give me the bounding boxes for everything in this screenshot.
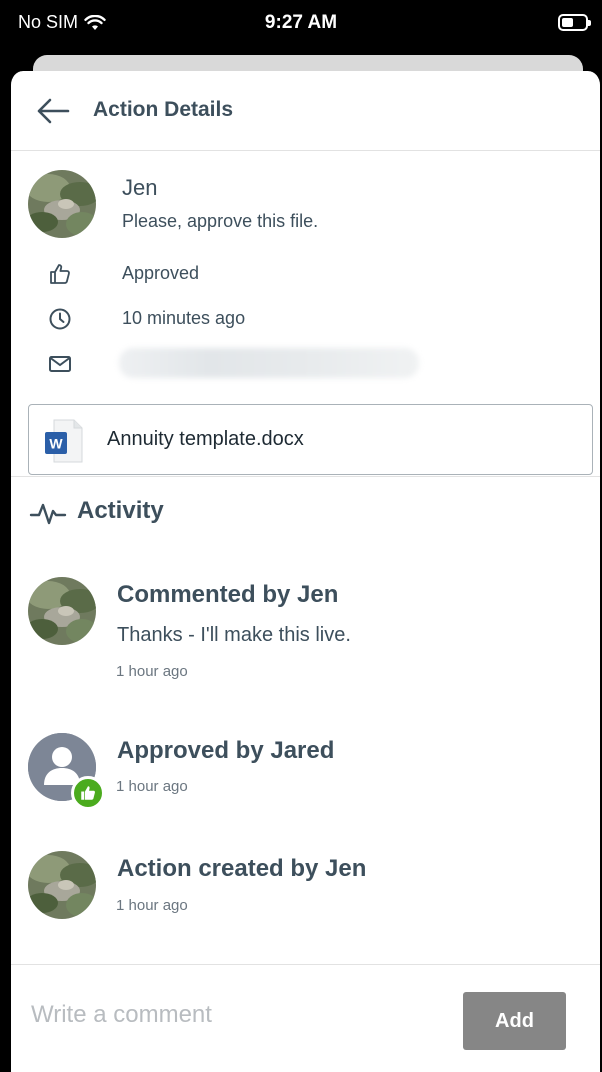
activity-pulse-icon (29, 503, 67, 525)
redacted-email (119, 348, 419, 378)
word-doc-icon: W (45, 419, 83, 463)
battery-icon (558, 14, 591, 31)
comment-bar: Add (11, 964, 600, 1072)
comment-input[interactable] (31, 995, 451, 1035)
activity-item-comment: Thanks - I'll make this live. (117, 624, 351, 646)
file-name: Annuity template.docx (107, 428, 304, 450)
approval-status: Approved (122, 263, 200, 283)
attached-file[interactable]: W Annuity template.docx (28, 404, 593, 475)
status-time: 9:27 AM (264, 12, 338, 33)
sender-avatar[interactable] (28, 170, 96, 238)
word-letter: W (49, 436, 63, 452)
activity-item-title: Action created by Jen (117, 855, 367, 882)
header: Action Details (11, 71, 600, 151)
sender-name: Jen (122, 175, 158, 200)
section-divider (11, 476, 600, 477)
activity-avatar-jen[interactable] (28, 851, 96, 919)
back-button[interactable] (33, 91, 73, 131)
status-bar: No SIM 9:27 AM (0, 0, 602, 46)
approved-badge-icon (71, 776, 105, 810)
clock-icon (46, 305, 74, 333)
activity-avatar-jen[interactable] (28, 577, 96, 645)
back-arrow-icon (37, 98, 70, 124)
action-message: Please, approve this file. (122, 211, 319, 231)
page-title: Action Details (93, 98, 234, 121)
activity-item-time: 1 hour ago (116, 663, 188, 680)
activity-item-time: 1 hour ago (116, 897, 188, 914)
action-time: 10 minutes ago (122, 308, 246, 328)
mail-icon (46, 350, 74, 378)
activity-item-time: 1 hour ago (116, 778, 188, 795)
add-comment-button[interactable]: Add (463, 992, 566, 1050)
activity-item-title: Commented by Jen (117, 581, 339, 608)
activity-heading: Activity (77, 497, 164, 524)
thumbs-up-icon (46, 260, 74, 288)
activity-item-title: Approved by Jared (117, 737, 335, 764)
action-details-sheet: Action Details Jen Please, approve this … (9, 71, 602, 1072)
